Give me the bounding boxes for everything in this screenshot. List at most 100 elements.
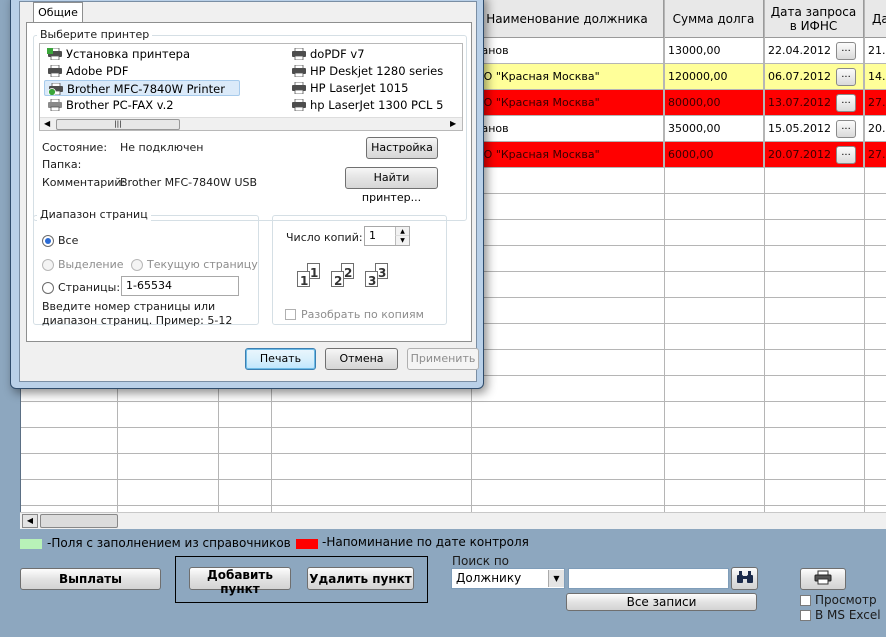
printer-list[interactable]: Установка принтера Adobe PDF Brother MFC-7… <box>39 43 463 131</box>
preview-label: Просмотр <box>815 593 877 607</box>
collate-checkbox[interactable] <box>285 309 296 320</box>
apply-button[interactable]: Применить <box>407 348 479 370</box>
printer-icon <box>291 81 307 95</box>
scroll-left-icon[interactable]: ◀ <box>44 119 50 128</box>
copies-value: 1 <box>369 229 376 242</box>
ms-excel-checkbox[interactable] <box>800 610 811 621</box>
date-picker-button[interactable]: ... <box>836 146 856 164</box>
search-input[interactable] <box>568 568 729 589</box>
copies-up-icon[interactable]: ▲ <box>395 227 409 236</box>
range-current-page-label: Текущую страницу <box>147 258 258 271</box>
printer-item-label: Установка принтера <box>66 47 190 61</box>
cell-debtor-name[interactable]: ОО "Красная Москва" <box>471 64 664 90</box>
printer-item[interactable]: hp LaserJet 1300 PCL 5 <box>288 97 462 113</box>
comment-label: Комментарий: <box>42 176 126 189</box>
cell-debt-amount[interactable]: 35000,00 <box>664 116 764 142</box>
cell-debtor-name[interactable]: ванов <box>471 38 664 64</box>
header-debt-amount[interactable]: Сумма долга <box>664 0 764 38</box>
all-records-button[interactable]: Все записи <box>566 593 757 611</box>
legend-fields-swatch <box>20 539 42 549</box>
state-value: Не подключен <box>120 141 204 154</box>
printer-item[interactable]: HP Deskjet 1280 series <box>288 63 462 79</box>
date-picker-button[interactable]: ... <box>836 42 856 60</box>
preview-checkbox[interactable] <box>800 595 811 606</box>
page-sheet-icon: 1 <box>297 271 310 288</box>
printer-item[interactable]: Brother PC-FAX v.2 <box>44 97 234 113</box>
chevron-down-icon[interactable]: ▼ <box>548 570 564 587</box>
cell-date-extra[interactable]: 27.0 <box>864 90 886 116</box>
range-pages-label: Страницы: <box>58 281 121 294</box>
grid-row-line <box>21 453 886 454</box>
printer-icon <box>291 47 307 61</box>
cell-debtor-name[interactable]: ОО "Красная Москва" <box>471 142 664 168</box>
printer-item[interactable]: doPDF v7 <box>288 46 462 62</box>
cell-debt-amount[interactable]: 6000,00 <box>664 142 764 168</box>
find-printer-button[interactable]: Найти принтер... <box>345 167 438 204</box>
range-selection-radio[interactable] <box>42 259 54 271</box>
grid-row-line <box>21 427 886 428</box>
scroll-left-icon[interactable]: ◀ <box>22 514 38 528</box>
payments-button[interactable]: Выплаты <box>20 568 161 590</box>
general-tab-page: Выберите принтер Установка принтера Adobe… <box>26 22 472 342</box>
add-item-button[interactable]: Добавить пункт <box>189 567 291 596</box>
grid-row-line <box>21 401 886 402</box>
printer-settings-button[interactable]: Настройка <box>366 137 438 159</box>
cancel-button[interactable]: Отмена <box>325 348 398 370</box>
scroll-right-icon[interactable]: ▶ <box>450 119 456 128</box>
print-button[interactable] <box>800 568 846 590</box>
printer-item-label: hp LaserJet 1300 PCL 5 <box>310 98 444 112</box>
binoculars-icon <box>736 571 753 583</box>
print-confirm-button[interactable]: Печать <box>245 348 316 370</box>
cell-date-extra[interactable]: 20.0 <box>864 116 886 142</box>
search-field-select[interactable]: Должнику ▼ <box>451 568 565 589</box>
legend-reminder-swatch <box>296 539 318 549</box>
pages-input[interactable]: 1-65534 <box>121 276 239 296</box>
cell-debtor-name[interactable]: ОО "Красная Москва" <box>471 90 664 116</box>
cell-date-extra[interactable]: 21.0 <box>864 38 886 64</box>
printer-list-scroll-thumb[interactable]: ||| <box>56 119 180 130</box>
grid-col-line <box>764 0 765 512</box>
date-picker-button[interactable]: ... <box>836 120 856 138</box>
tab-general[interactable]: Общие <box>33 2 83 22</box>
range-all-radio[interactable] <box>42 235 54 247</box>
printer-item[interactable]: Brother MFC-7840W Printer <box>44 80 240 96</box>
date-picker-button[interactable]: ... <box>836 94 856 112</box>
cell-debt-amount[interactable]: 13000,00 <box>664 38 764 64</box>
printer-item-label: doPDF v7 <box>310 47 365 61</box>
grid-horizontal-scrollbar[interactable]: ◀ <box>20 512 886 529</box>
printer-list-scrollbar[interactable]: ◀ ||| ▶ <box>40 117 462 130</box>
cell-debt-amount[interactable]: 80000,00 <box>664 90 764 116</box>
page-sheet-icon: 2 <box>331 271 344 288</box>
legend-fields-text: -Поля с заполнением из справочников <box>47 536 291 550</box>
delete-item-button[interactable]: Удалить пункт <box>307 567 414 590</box>
header-date-extra[interactable]: Да <box>864 0 886 38</box>
binoculars-search-button[interactable] <box>731 567 758 590</box>
copies-input[interactable]: 1 ▲ ▼ <box>364 226 410 246</box>
state-label: Состояние: <box>42 141 108 154</box>
header-ifns-request-date[interactable]: Дата запроса в ИФНС <box>764 0 864 38</box>
date-picker-button[interactable]: ... <box>836 68 856 86</box>
collate-label: Разобрать по копиям <box>301 308 424 321</box>
cell-date-extra[interactable]: 27.0 <box>864 142 886 168</box>
cell-date-extra[interactable]: 14.0 <box>864 64 886 90</box>
printer-item-label: HP Deskjet 1280 series <box>310 64 444 78</box>
legend-reminder-text: -Напоминание по дате контроля <box>322 535 529 549</box>
copies-label: Число копий: <box>286 231 363 244</box>
copies-down-icon[interactable]: ▼ <box>395 236 409 245</box>
print-dialog[interactable]: Общие Выберите принтер Установка принтер… <box>10 0 484 389</box>
cell-debtor-name[interactable]: ванов <box>471 116 664 142</box>
printer-item-label: HP LaserJet 1015 <box>310 81 409 95</box>
grid-row-line <box>21 479 886 480</box>
cell-debt-amount[interactable]: 120000,00 <box>664 64 764 90</box>
header-debtor-name[interactable]: Наименование должника <box>471 0 664 38</box>
range-pages-radio[interactable] <box>42 282 54 294</box>
scroll-thumb[interactable] <box>40 514 118 528</box>
comment-value: Brother MFC-7840W USB <box>120 176 258 189</box>
page-range-title: Диапазон страниц <box>37 208 151 221</box>
printer-item[interactable]: Установка принтера <box>44 46 234 62</box>
printer-item-label: Adobe PDF <box>66 64 129 78</box>
grid-col-line <box>664 0 665 512</box>
printer-item[interactable]: Adobe PDF <box>44 63 234 79</box>
printer-item[interactable]: HP LaserJet 1015 <box>288 80 462 96</box>
range-current-page-radio[interactable] <box>131 259 143 271</box>
